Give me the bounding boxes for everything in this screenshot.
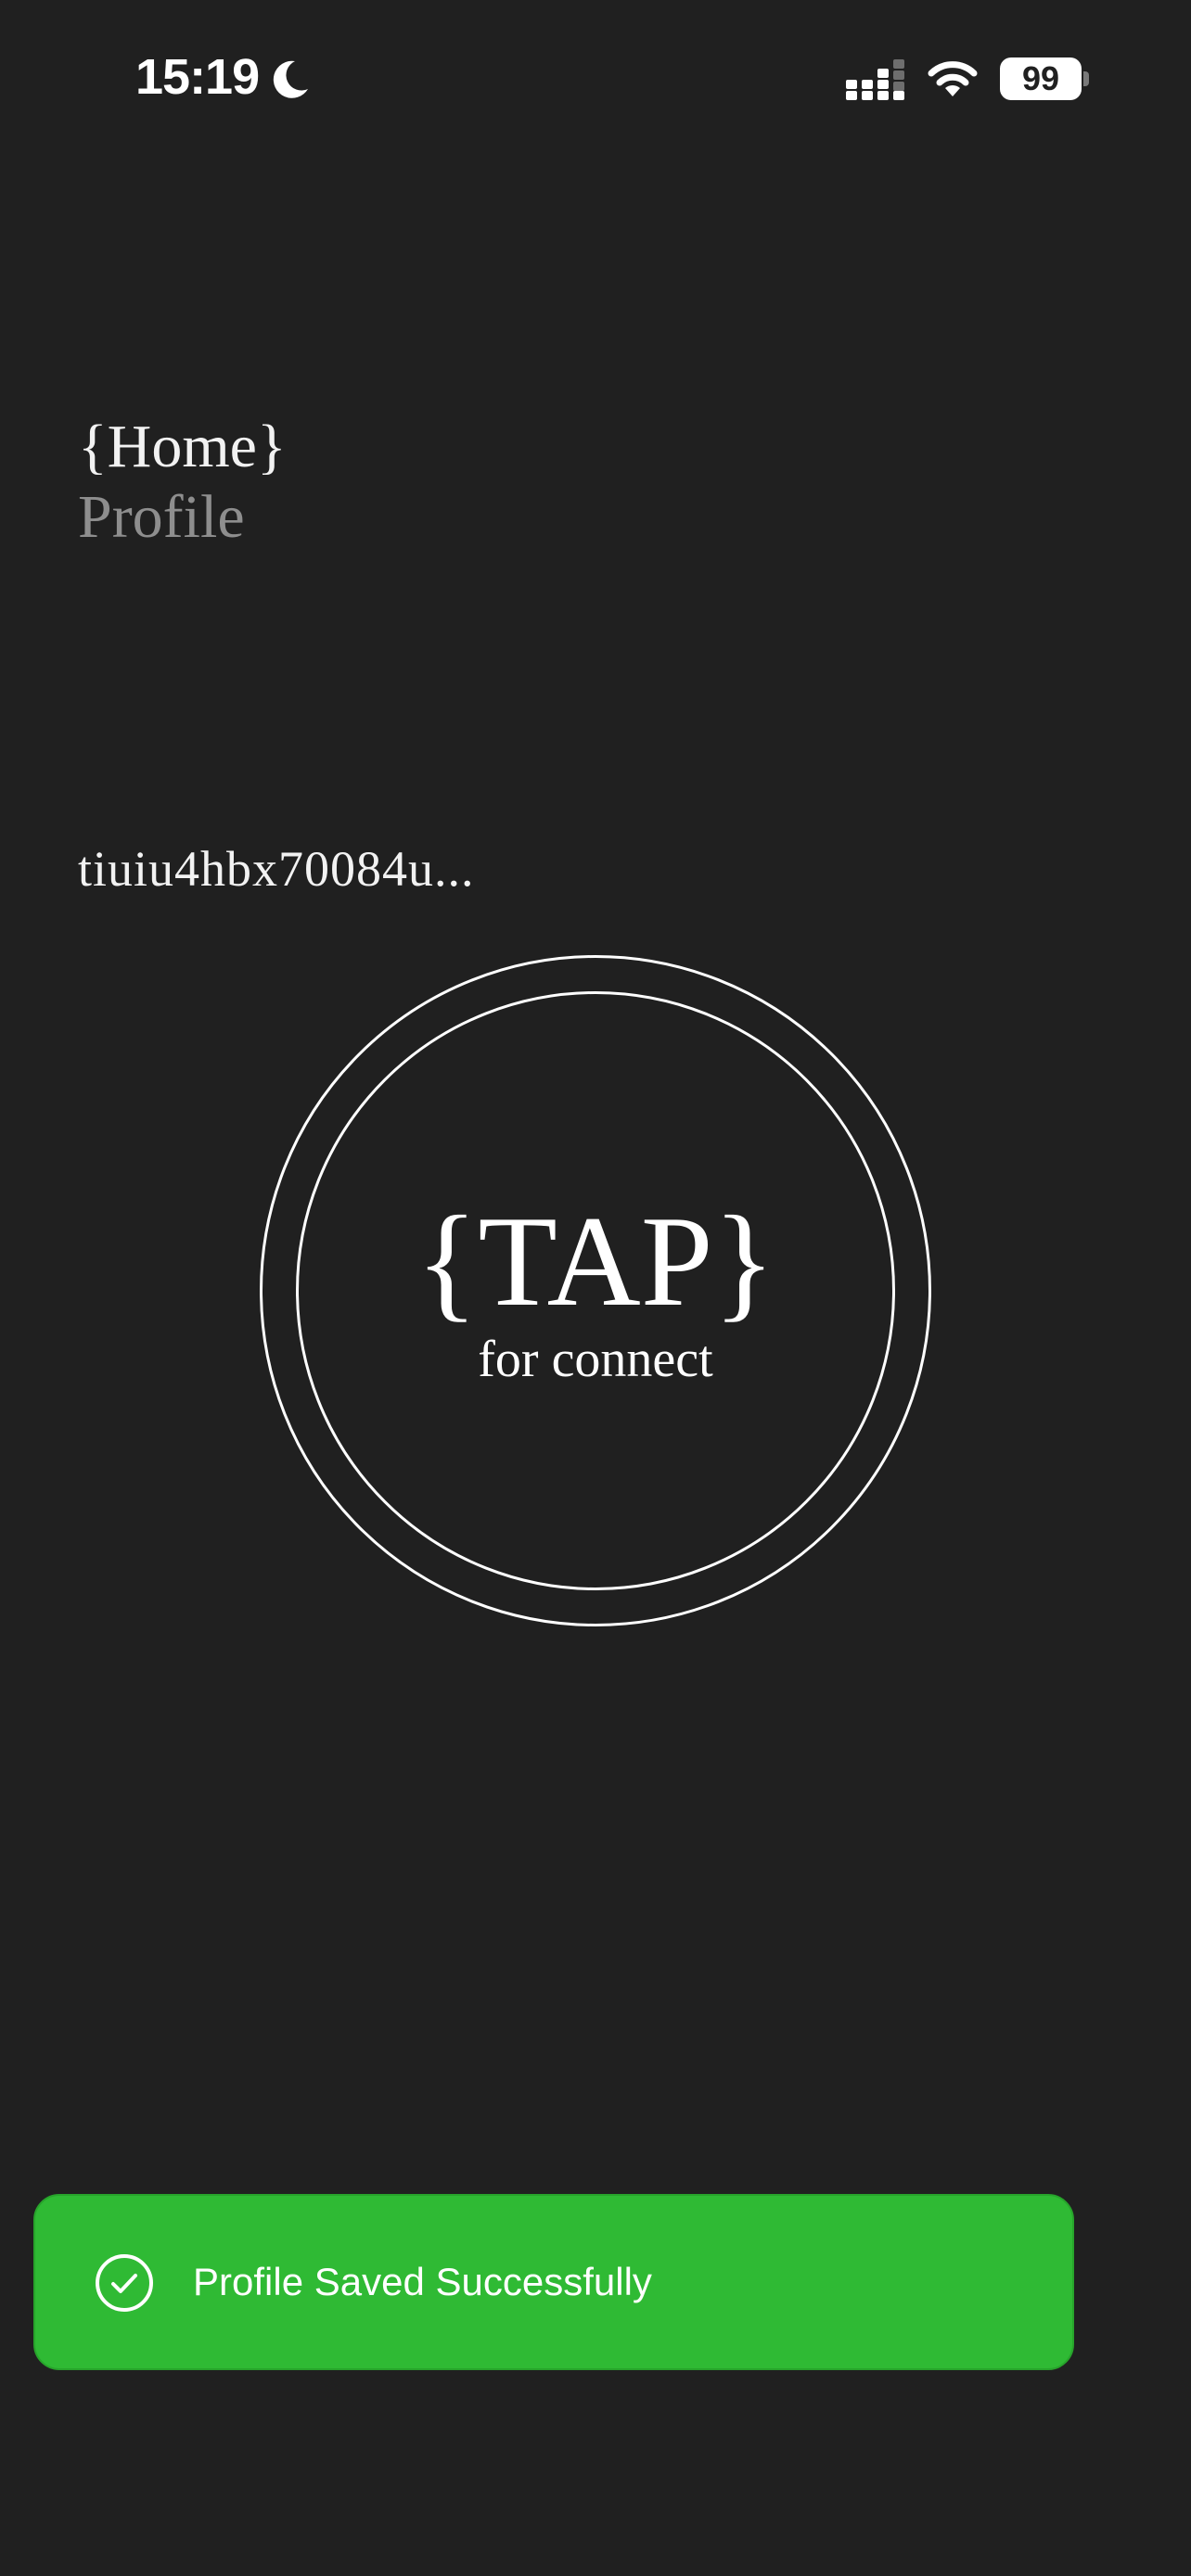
battery-icon: 99: [1000, 57, 1082, 100]
tap-subtitle: for connect: [478, 1331, 713, 1388]
tap-title: {TAP}: [416, 1190, 775, 1333]
device-id: tiuiu4hbx70084u...: [78, 841, 475, 897]
tap-connect-button[interactable]: {TAP} for connect: [260, 955, 931, 1626]
status-time: 15:19: [135, 49, 260, 105]
nav-profile-link[interactable]: Profile: [78, 482, 287, 553]
status-bar: 15:19 99: [0, 0, 1191, 158]
success-toast[interactable]: Profile Saved Successfully: [33, 2194, 1074, 2370]
wifi-icon: [928, 61, 978, 96]
nav-home-link[interactable]: {Home}: [78, 412, 287, 482]
nav-menu: {Home} Profile: [78, 412, 287, 553]
signal-icon: [846, 59, 904, 100]
check-circle-icon: [96, 2254, 153, 2312]
toast-message: Profile Saved Successfully: [193, 2260, 652, 2303]
moon-icon: [273, 60, 308, 98]
battery-tip: [1083, 71, 1089, 86]
battery-level: 99: [1021, 59, 1060, 97]
